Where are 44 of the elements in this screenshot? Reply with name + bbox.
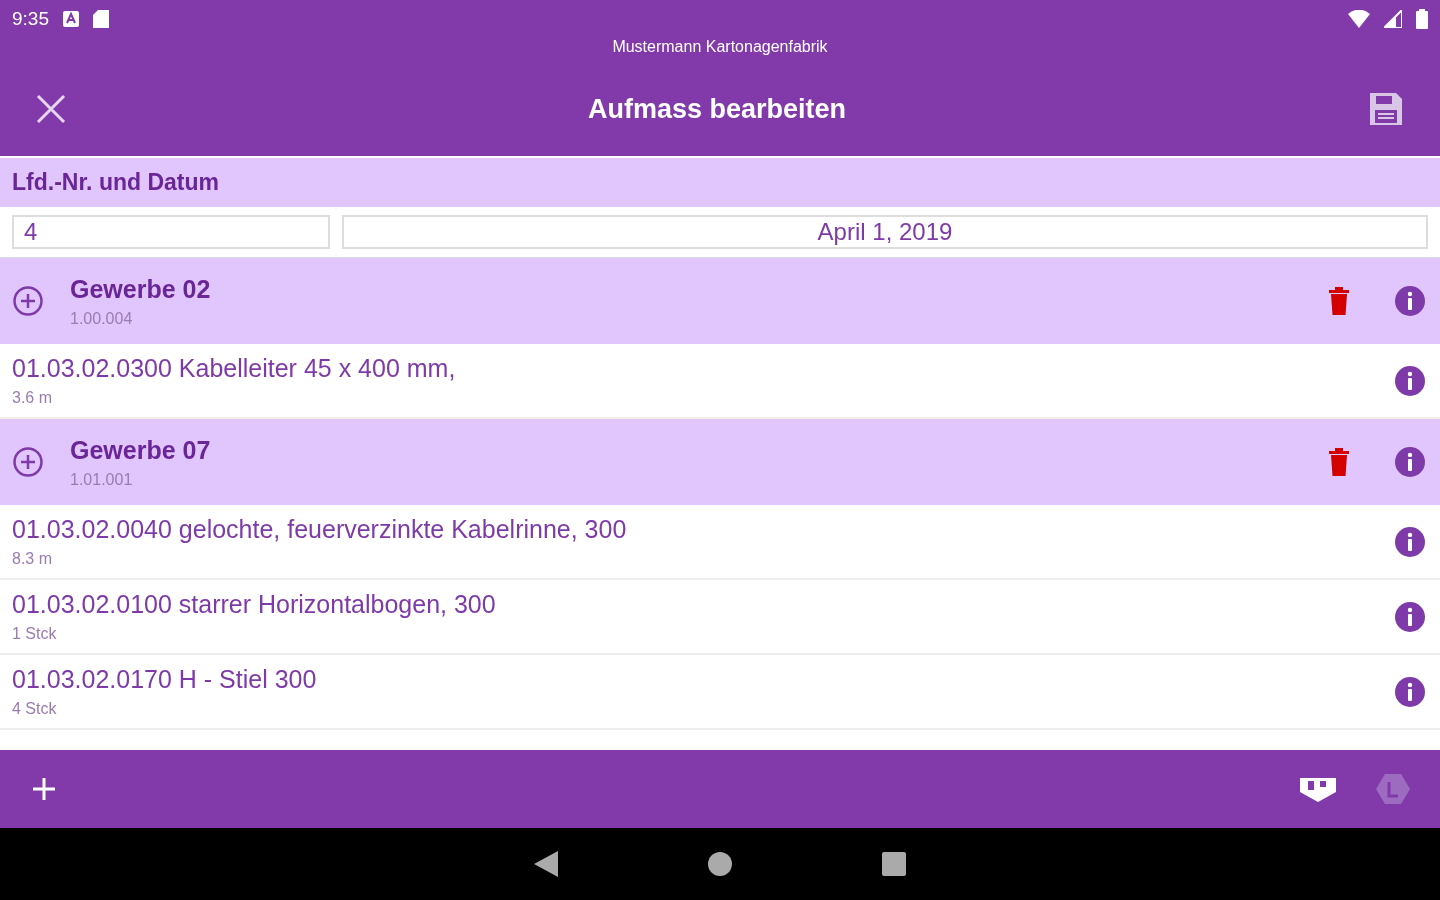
notification-icon [63,11,79,27]
trash-icon[interactable] [1328,287,1350,315]
item-quantity: 1 Stck [12,625,58,643]
group-row[interactable]: Gewerbe 07 1.01.001 [0,419,1440,505]
item-row[interactable]: 01.03.02.0170 H - Stiel 300 4 Stck [0,655,1440,730]
back-icon[interactable] [534,851,558,877]
section-title: Lfd.-Nr. und Datum [12,169,219,196]
home-icon[interactable] [708,852,732,876]
info-icon[interactable] [1394,600,1426,633]
company-name: Mustermann Kartonagenfabrik [612,38,828,55]
add-circle-icon[interactable] [12,446,44,478]
tag-icon[interactable] [1300,776,1336,802]
wifi-icon [1348,10,1370,28]
item-quantity: 3.6 m [12,389,53,407]
screen-title: Aufmass bearbeiten [586,93,848,125]
save-icon[interactable] [1368,91,1404,127]
group-title: Gewerbe 07 [70,435,212,465]
info-icon[interactable] [1394,446,1426,478]
item-title: 01.03.02.0170 H - Stiel 300 [12,665,318,694]
number-field[interactable]: 4 [12,215,330,249]
battery-icon [1416,9,1428,29]
sd-card-icon [93,10,109,28]
item-quantity: 8.3 m [12,550,53,568]
info-icon[interactable] [1394,675,1426,708]
item-row[interactable]: 01.03.02.0040 gelochte, feuerverzinkte Kabelrinne, 300 8.3 m [0,505,1440,580]
item-row[interactable]: 01.03.02.0100 starrer Horizontalbogen, 300 1 Stck [0,580,1440,655]
date-field[interactable]: April 1, 2019 [342,215,1428,249]
close-icon[interactable] [36,94,66,124]
group-title: Gewerbe 02 [70,274,212,304]
item-title: 01.03.02.0040 gelochte, feuerverzinkte Kabelrinne, 300 [12,515,628,544]
status-time: 9:35 [12,8,49,30]
item-title: 01.03.02.0100 starrer Horizontalbogen, 300 [12,590,497,619]
add-icon[interactable] [32,777,56,801]
group-code: 1.00.004 [70,309,134,328]
add-circle-icon[interactable] [12,285,44,317]
trash-icon[interactable] [1328,448,1350,476]
group-row[interactable]: Gewerbe 02 1.00.004 [0,258,1440,344]
info-icon[interactable] [1394,364,1426,397]
info-icon[interactable] [1394,285,1426,317]
info-icon[interactable] [1394,525,1426,558]
item-title: 01.03.02.0300 Kabelleiter 45 x 400 mm, [12,354,457,383]
item-quantity: 4 Stck [12,700,58,718]
group-code: 1.01.001 [70,470,134,489]
signal-icon [1384,10,1402,28]
